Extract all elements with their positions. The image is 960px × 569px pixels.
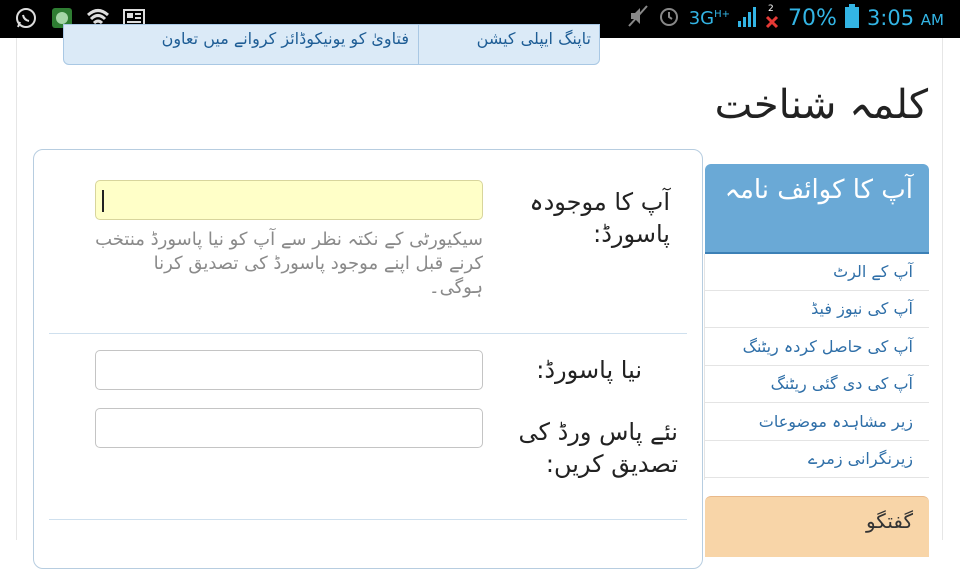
tab-divider: [418, 25, 419, 64]
conversation-heading-text: گفتگو: [865, 509, 913, 533]
sidebar-item-watched-threads[interactable]: زیر مشاہدہ موضوعات: [705, 404, 929, 441]
network-type: 3GH+: [688, 7, 731, 29]
current-password-label: آپ کا موجودہ پاسورڈ:: [529, 188, 671, 248]
sidebar-item-label: زیرنگرانی زمرے: [808, 449, 913, 468]
whatsapp-icon: [14, 6, 38, 30]
sidebar-item-ratings-received[interactable]: آپ کی حاصل کردہ ریٹنگ: [705, 329, 929, 366]
page-gutter-left: [16, 38, 17, 540]
tab-fatawa-unicode[interactable]: فتاویٰ کو یونیکوڈائز کروانے میں تعاون: [162, 29, 409, 48]
sidebar-item-label: آپ کے الرٹ: [833, 262, 913, 281]
clock: 3:05 AM: [866, 6, 944, 30]
top-tab-strip: تاپنگ ایپلی کیشن فتاویٰ کو یونیکوڈائز کر…: [63, 24, 600, 65]
form-divider-bottom: [49, 519, 687, 520]
form-divider: [49, 333, 687, 334]
sidebar-item-news-feed[interactable]: آپ کی نیوز فیڈ: [705, 291, 929, 328]
battery-icon: [844, 4, 859, 32]
no-signal-icon: 2: [764, 4, 780, 30]
sidebar-item-ratings-given[interactable]: آپ کی دی گئی ریٹنگ: [705, 366, 929, 403]
tab-typing-application[interactable]: تاپنگ ایپلی کیشن: [477, 29, 591, 48]
current-password-input[interactable]: [95, 180, 483, 220]
new-password-label: نیا پاسورڈ:: [536, 356, 642, 384]
sidebar-item-label: زیر مشاہدہ موضوعات: [758, 412, 913, 431]
sidebar-item-watched-forums[interactable]: زیرنگرانی زمرے: [705, 441, 929, 478]
security-hint: سیکیورٹی کے نکتہ نظر سے آپ کو نیا پاسورڈ…: [95, 229, 483, 298]
profile-heading-text: آپ کا کوائف نامہ: [724, 175, 913, 205]
mute-icon: [627, 4, 649, 32]
confirm-password-label: نئے پاس ورڈ کی تصدیق کریں:: [518, 418, 678, 478]
confirm-password-input[interactable]: [95, 408, 483, 448]
battery-percent: 70%: [788, 5, 837, 31]
alarm-icon: [657, 4, 681, 32]
sidebar-item-label: آپ کی دی گئی ریٹنگ: [770, 374, 913, 393]
profile-sidebar-heading: آپ کا کوائف نامہ: [705, 164, 929, 254]
text-caret: [102, 190, 104, 212]
signal-icon: [738, 5, 757, 31]
sidebar-item-label: آپ کی نیوز فیڈ: [811, 299, 913, 318]
sidebar-item-label: آپ کی حاصل کردہ ریٹنگ: [742, 337, 913, 356]
new-password-input[interactable]: [95, 350, 483, 390]
page-gutter-right: [942, 38, 943, 540]
conversation-sidebar-heading[interactable]: گفتگو: [705, 496, 929, 557]
page-title: کلمہ شناخت: [714, 82, 928, 128]
sidebar-item-alerts[interactable]: آپ کے الرٹ: [705, 254, 929, 291]
